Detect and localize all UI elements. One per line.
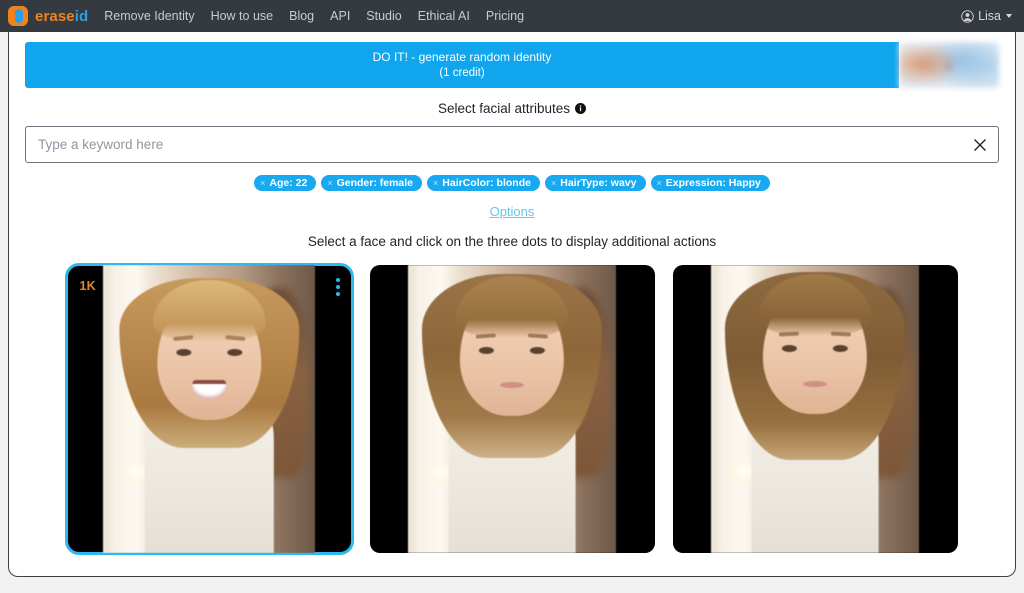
face-photo-3 [711,265,919,553]
chip-hairtype[interactable]: × HairType: wavy [545,175,646,191]
chip-haircolor[interactable]: × HairColor: blonde [427,175,540,191]
chip-label: Age: 22 [269,178,307,189]
dot [336,278,340,282]
nav-item-api[interactable]: API [330,9,350,23]
chip-label: Expression: Happy [666,178,761,189]
attribute-chips: × Age: 22 × Gender: female × HairColor: … [25,175,999,191]
dot [336,285,340,289]
nav-item-pricing[interactable]: Pricing [486,9,524,23]
user-circle-icon [961,10,974,23]
options-link[interactable]: Options [490,204,535,219]
chip-remove-icon[interactable]: × [551,179,556,188]
user-name: Lisa [978,9,1001,23]
top-navbar: eraseid Remove Identity How to use Blog … [0,0,1024,32]
portrait-figure [431,374,593,553]
mouth-neutral [500,382,524,388]
eye-left [782,345,797,352]
brand-text-id: id [75,8,89,25]
face-photo-2 [408,265,616,553]
generate-row: DO IT! - generate random identity (1 cre… [25,42,999,88]
chip-gender[interactable]: × Gender: female [321,175,422,191]
select-facial-attributes-heading: Select facial attributes [25,101,999,116]
info-icon[interactable] [575,103,586,114]
eye-right [530,347,545,354]
resolution-badge: 1K [80,279,96,293]
download-arrow-icon [943,57,956,73]
portrait-figure [734,374,896,553]
chip-label: HairType: wavy [560,178,636,189]
panel-content: DO IT! - generate random identity (1 cre… [9,32,1015,576]
nav-item-how-to-use[interactable]: How to use [211,9,274,23]
user-menu[interactable]: Lisa [961,9,1012,23]
face-card-3[interactable] [673,265,958,553]
keyword-input[interactable] [25,126,999,163]
chip-remove-icon[interactable]: × [433,179,438,188]
chip-expression[interactable]: × Expression: Happy [651,175,770,191]
face-photo-1 [103,265,315,553]
chip-label: HairColor: blonde [442,178,531,189]
nav-item-blog[interactable]: Blog [289,9,314,23]
download-preview-thumbnail[interactable] [899,42,999,88]
brand-text-erase: erase [35,8,75,25]
mouth-smiling [192,380,226,399]
face-card-1[interactable]: 1K [67,265,352,553]
options-row: Options [25,203,999,221]
brand-logo[interactable]: eraseid [8,6,88,26]
portrait-figure [126,374,291,553]
generate-button-label: DO IT! - generate random identity [373,50,552,64]
nav-item-remove-identity[interactable]: Remove Identity [104,9,194,23]
clear-keyword-button[interactable] [971,136,989,154]
nav-item-ethical-ai[interactable]: Ethical AI [418,9,470,23]
eraseid-logo-icon [8,6,28,26]
chevron-down-icon [1006,14,1012,18]
chip-label: Gender: female [337,178,413,189]
three-dots-vertical-icon[interactable] [334,276,342,298]
attributes-heading-label: Select facial attributes [438,101,570,116]
eye-right [833,345,848,352]
chip-remove-icon[interactable]: × [657,179,662,188]
chip-remove-icon[interactable]: × [327,179,332,188]
eye-left [176,349,191,356]
chip-age[interactable]: × Age: 22 [254,175,316,191]
face-results-grid: 1K [25,265,999,553]
nav-links: Remove Identity How to use Blog API Stud… [104,9,524,23]
chip-remove-icon[interactable]: × [260,179,265,188]
mouth-neutral [803,381,827,387]
eye-left [479,347,494,354]
dot [336,292,340,296]
results-instruction: Select a face and click on the three dot… [25,234,999,249]
keyword-input-wrapper [25,126,999,163]
nav-item-studio[interactable]: Studio [366,9,401,23]
generate-button-credit: (1 credit) [439,66,484,80]
generate-random-identity-button[interactable]: DO IT! - generate random identity (1 cre… [25,42,899,88]
brand-text: eraseid [35,8,88,25]
eye-right [227,349,242,356]
main-panel: DO IT! - generate random identity (1 cre… [8,32,1016,577]
face-card-2[interactable] [370,265,655,553]
close-icon [971,136,989,154]
